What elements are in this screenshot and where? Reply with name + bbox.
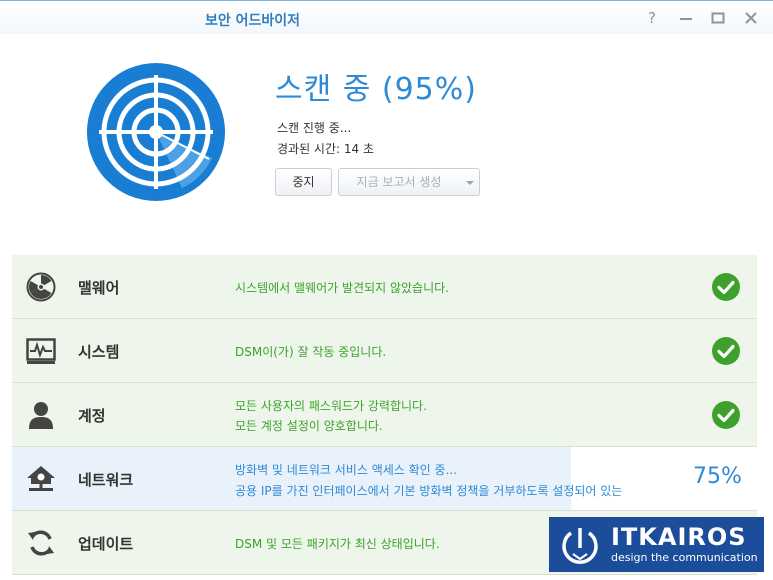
category-row-malware[interactable]: 맬웨어 시스템에서 맬웨어가 발견되지 않았습니다. (12, 255, 757, 319)
category-label: 시스템 (78, 343, 120, 361)
minimize-icon (680, 18, 692, 20)
close-button[interactable] (741, 8, 761, 28)
category-label: 맬웨어 (78, 279, 120, 297)
stop-button[interactable]: 중지 (275, 168, 332, 196)
minimize-button[interactable] (676, 8, 696, 28)
report-dropdown-button[interactable] (459, 168, 480, 196)
logo-title: ITKAIROS (611, 523, 747, 551)
category-message: 시스템에서 맬웨어가 발견되지 않았습니다. (235, 281, 449, 295)
category-label: 업데이트 (78, 535, 134, 553)
check-circle-icon (712, 337, 740, 365)
check-circle-icon (712, 401, 740, 429)
generate-report-button[interactable]: 지금 보고서 생성 (338, 168, 460, 196)
user-icon (29, 402, 53, 429)
refresh-icon (28, 530, 54, 556)
category-row-system[interactable]: 시스템 DSM이(가) 잘 작동 중입니다. (12, 319, 757, 383)
window-title: 보안 어드바이저 (205, 13, 301, 29)
category-label: 네트워크 (78, 471, 134, 489)
power-logo-icon (562, 528, 598, 564)
itkairos-logo: ITKAIROS design the communication (549, 517, 764, 572)
close-icon (745, 12, 757, 24)
category-message: 모든 사용자의 패스워드가 강력합니다. (235, 399, 427, 413)
help-icon: ? (648, 9, 656, 27)
title-bar: 보안 어드바이저 ? (0, 0, 773, 34)
category-row-account[interactable]: 계정 모든 사용자의 패스워드가 강력합니다. 모든 계정 설정이 양호합니다. (12, 383, 757, 447)
network-progress-percent: 75% (693, 464, 742, 489)
maximize-button[interactable] (708, 8, 728, 28)
maximize-icon (711, 12, 725, 24)
scan-status-text: 스캔 진행 중... (277, 121, 352, 135)
help-button[interactable]: ? (642, 8, 662, 28)
elapsed-time: 경과된 시간: 14 초 (277, 142, 374, 156)
scan-status-title: 스캔 중 (95%) (275, 72, 477, 107)
category-message: 방화벽 및 네트워크 서비스 액세스 확인 중... (235, 463, 458, 477)
logo-subtitle: design the communication (611, 551, 758, 564)
category-message: 모든 계정 설정이 양호합니다. (235, 419, 383, 433)
monitor-pulse-icon (26, 338, 56, 364)
check-circle-icon (712, 273, 740, 301)
category-label: 계정 (78, 407, 106, 425)
security-scan-icon (87, 63, 225, 201)
radiation-icon (26, 272, 56, 302)
network-home-icon (27, 466, 55, 491)
category-message: 공용 IP를 가진 인터페이스에서 기본 방화벽 정책을 거부하도록 설정되어 … (235, 484, 623, 498)
category-message: DSM이(가) 잘 작동 중입니다. (235, 345, 387, 359)
category-message: DSM 및 모든 패키지가 최신 상태입니다. (235, 537, 440, 551)
category-row-network[interactable]: 네트워크 방화벽 및 네트워크 서비스 액세스 확인 중... 공용 IP를 가… (12, 447, 757, 511)
